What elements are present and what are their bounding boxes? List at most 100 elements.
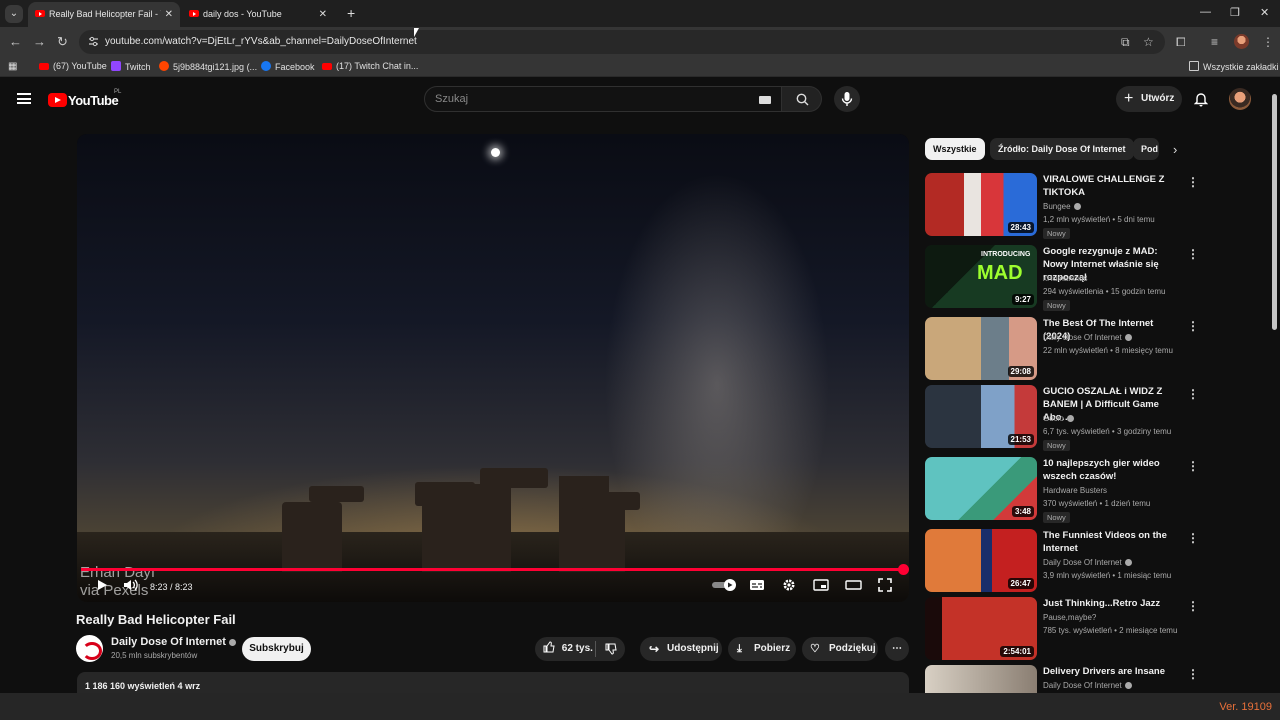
bookmark-twitch[interactable]: Twitch <box>111 61 151 72</box>
rec-channel[interactable]: Daily Dose Of Internet <box>1043 558 1132 567</box>
rec-channel[interactable]: xHumanoids <box>1043 274 1087 283</box>
rec-menu-icon[interactable]: ⋮ <box>1187 247 1199 261</box>
video-thumbnail[interactable] <box>925 665 1037 693</box>
back-icon[interactable]: ← <box>9 34 22 49</box>
youtube-logo[interactable]: YouTube PL <box>48 89 121 110</box>
video-thumbnail[interactable]: 21:53 <box>925 385 1037 448</box>
scrollbar-thumb[interactable] <box>1272 94 1277 330</box>
rec-title[interactable]: Just Thinking...Retro Jazz <box>1043 597 1179 610</box>
video-thumbnail[interactable]: 3:48 <box>925 457 1037 520</box>
menu-kebab-icon[interactable]: ⋮ <box>1262 35 1274 49</box>
video-thumbnail[interactable]: INTRODUCING MAD 9:27 <box>925 245 1037 308</box>
close-tab-icon[interactable]: ✕ <box>165 3 173 26</box>
progress-bar[interactable] <box>81 564 909 575</box>
description-box[interactable]: 1 186 160 wyświetleń 4 wrz <box>77 672 909 694</box>
bookmark-image[interactable]: 5j9b884tgi121.jpg (... <box>159 61 257 72</box>
settings-gear-icon[interactable] <box>782 578 796 592</box>
volume-icon[interactable] <box>123 578 139 592</box>
autoplay-toggle-icon[interactable] <box>711 578 737 592</box>
recommendation-item[interactable]: 2:54:01 Just Thinking...Retro Jazz Pause… <box>925 597 1255 661</box>
rec-title[interactable]: Delivery Drivers are Insane <box>1043 665 1179 678</box>
video-player[interactable]: Erhan Dayı via Pexels 8:23 / 8:23 <box>77 134 909 602</box>
tab-active[interactable]: Really Bad Helicopter Fail - YouTube ✕ <box>28 2 180 27</box>
channel-name[interactable]: Daily Dose Of Internet <box>111 636 236 648</box>
forward-icon[interactable]: → <box>33 34 46 49</box>
video-thumbnail[interactable]: 26:47 <box>925 529 1037 592</box>
recommendation-item[interactable]: Delivery Drivers are Insane Daily Dose O… <box>925 665 1255 693</box>
play-icon[interactable] <box>95 578 109 592</box>
hamburger-menu-icon[interactable] <box>17 93 31 104</box>
create-button[interactable]: + Utwórz <box>1116 86 1182 112</box>
keyboard-icon[interactable] <box>759 96 771 104</box>
share-button[interactable]: ↪ Udostępnij <box>640 637 722 661</box>
new-tab-icon[interactable]: + <box>347 5 355 21</box>
site-info-icon[interactable] <box>88 36 99 47</box>
video-thumbnail[interactable]: 2:54:01 <box>925 597 1037 660</box>
page-scrollbar[interactable] <box>1270 90 1278 690</box>
rec-channel[interactable]: Bungee <box>1043 202 1081 211</box>
rec-menu-icon[interactable]: ⋮ <box>1187 387 1199 401</box>
extensions-icon[interactable]: ⧠ <box>1176 35 1186 50</box>
bookmark-facebook[interactable]: Facebook <box>261 61 315 72</box>
chip-source[interactable]: Źródło: Daily Dose Of Internet <box>990 138 1134 160</box>
rec-channel[interactable]: Daily Dose Of Internet <box>1043 681 1132 690</box>
search-button[interactable] <box>782 86 822 112</box>
cast-icon[interactable]: ⧉ <box>1121 35 1130 50</box>
bookmark-youtube[interactable]: (67) YouTube <box>39 61 107 71</box>
subscribe-button[interactable]: Subskrybuj <box>242 637 311 661</box>
like-button[interactable]: 62 tys. <box>543 637 593 661</box>
subtitles-icon[interactable] <box>749 578 765 592</box>
recommendation-item[interactable]: 21:53 GUCIO OSZALAŁ i WIDZ Z BANEM | A D… <box>925 385 1255 451</box>
rec-channel[interactable]: Gucio <box>1043 414 1074 423</box>
account-avatar[interactable] <box>1229 88 1251 110</box>
channel-avatar[interactable] <box>76 635 103 662</box>
rec-channel[interactable]: Pause,maybe? <box>1043 613 1096 622</box>
progress-scrubber[interactable] <box>898 564 909 575</box>
recommendation-item[interactable]: 26:47 The Funniest Videos on the Interne… <box>925 529 1255 593</box>
thumbs-down-icon[interactable] <box>605 643 617 655</box>
recommendation-item[interactable]: 29:08 The Best Of The Internet (2024) Da… <box>925 317 1255 381</box>
notifications-bell-icon[interactable] <box>1194 91 1208 107</box>
rec-title[interactable]: 10 najlepszych gier wideo wszech czasów! <box>1043 457 1179 483</box>
close-window-icon[interactable]: ✕ <box>1260 6 1269 19</box>
rec-channel[interactable]: Hardware Busters <box>1043 486 1107 495</box>
search-input[interactable]: Szukaj <box>424 86 782 112</box>
reload-icon[interactable]: ↻ <box>57 34 68 50</box>
thanks-button[interactable]: ♡ Podziękuj <box>802 637 878 661</box>
bookmark-twitch-chat[interactable]: (17) Twitch Chat in... <box>322 61 418 71</box>
rec-title[interactable]: VIRALOWE CHALLENGE Z TIKTOKA <box>1043 173 1179 199</box>
rec-menu-icon[interactable]: ⋮ <box>1187 667 1199 681</box>
chip-partial[interactable]: Pod <box>1133 138 1159 160</box>
all-bookmarks[interactable]: Wszystkie zakładki <box>1189 61 1279 72</box>
restore-icon[interactable]: ❐ <box>1230 6 1240 19</box>
recommendation-item[interactable]: INTRODUCING MAD 9:27 Google rezygnuje z … <box>925 245 1255 311</box>
apps-grid-icon[interactable]: ▦ <box>8 61 17 72</box>
voice-search-button[interactable] <box>834 86 860 112</box>
close-tab-icon[interactable]: ✕ <box>319 3 327 26</box>
address-bar[interactable]: youtube.com/watch?v=DjEtLr_rYVs&ab_chann… <box>79 30 1165 54</box>
recommendation-item[interactable]: 3:48 10 najlepszych gier wideo wszech cz… <box>925 457 1255 523</box>
rec-menu-icon[interactable]: ⋮ <box>1187 531 1199 545</box>
recommendation-item[interactable]: 28:43 VIRALOWE CHALLENGE Z TIKTOKA Bunge… <box>925 173 1255 239</box>
tab-inactive[interactable]: daily dos - YouTube ✕ <box>182 2 334 27</box>
minimize-icon[interactable]: — <box>1200 6 1211 18</box>
video-thumbnail[interactable]: 29:08 <box>925 317 1037 380</box>
browser-profile-icon[interactable] <box>1234 34 1249 49</box>
rec-menu-icon[interactable]: ⋮ <box>1187 459 1199 473</box>
miniplayer-icon[interactable] <box>813 578 829 592</box>
rec-channel[interactable]: Daily Dose Of Internet <box>1043 333 1132 342</box>
rec-menu-icon[interactable]: ⋮ <box>1187 319 1199 333</box>
fullscreen-icon[interactable] <box>878 578 892 592</box>
more-actions-button[interactable]: ⋯ <box>885 637 909 661</box>
chevron-right-icon[interactable]: › <box>1173 142 1177 157</box>
rec-title[interactable]: The Funniest Videos on the Internet <box>1043 529 1179 555</box>
reading-list-icon[interactable]: ≡ <box>1211 35 1218 49</box>
rec-menu-icon[interactable]: ⋮ <box>1187 599 1199 613</box>
theater-mode-icon[interactable] <box>845 578 862 592</box>
video-thumbnail[interactable]: 28:43 <box>925 173 1037 236</box>
bookmark-star-icon[interactable]: ☆ <box>1143 35 1154 49</box>
tab-search-button[interactable]: ⌄ <box>5 5 23 23</box>
rec-menu-icon[interactable]: ⋮ <box>1187 175 1199 189</box>
chip-all[interactable]: Wszystkie <box>925 138 985 160</box>
download-button[interactable]: ⤓ Pobierz <box>728 637 796 661</box>
